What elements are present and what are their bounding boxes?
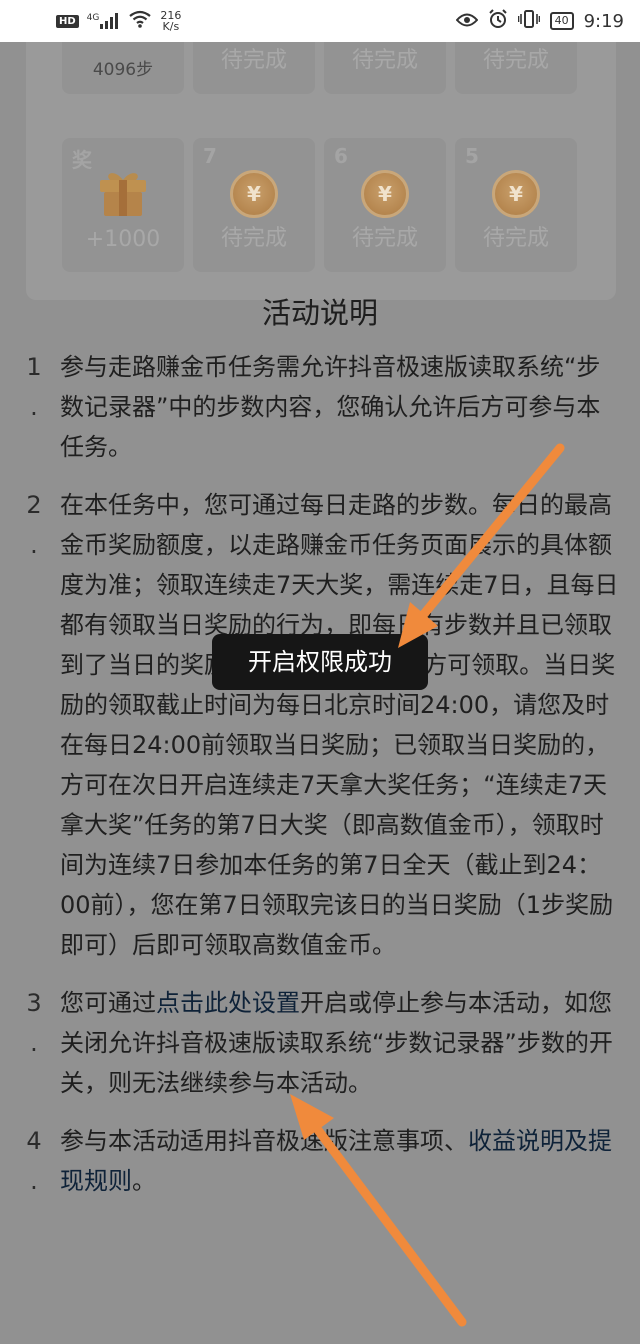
status-bar: HD 4G 216 K/s 40 9:19	[0, 0, 640, 42]
network-speed-unit: K/s	[162, 20, 180, 33]
day-cell: 7 ¥ 待完成	[193, 138, 315, 272]
clock-time: 9:19	[583, 10, 624, 32]
rule-index: 1.	[26, 353, 42, 421]
coin-icon: ¥	[361, 170, 409, 218]
cell-day: 奖	[72, 148, 92, 172]
toast-message: 开启权限成功	[212, 634, 428, 690]
day-cell: 5 ¥ 待完成	[455, 138, 577, 272]
status-left: HD 4G 216 K/s	[56, 10, 181, 32]
rule-item: 3. 您可通过点击此处设置开启或停止参与本活动，如您关闭允许抖音极速版读取系统“…	[22, 983, 622, 1103]
rule-text: 在本任务中，您可通过每日走路的步数。每日的最高金币奖励额度，以走路赚金币任务页面…	[60, 491, 619, 959]
status-right: 40 9:19	[455, 8, 624, 34]
step-count: 4096步	[92, 60, 154, 80]
signal-icon: 4G	[87, 13, 121, 29]
rule-item: 4. 参与本活动适用抖音极速版注意事项、收益说明及提现规则。	[22, 1121, 622, 1201]
rule-item: 2. 在本任务中，您可通过每日走路的步数。每日的最高金币奖励额度，以走路赚金币任…	[22, 485, 622, 965]
main-page: 4096步 待完成 待完成 待完成 奖 +1000 7 ¥ 待完成 6 ¥ 待完…	[0, 0, 640, 1344]
day-cell: 6 ¥ 待完成	[324, 138, 446, 272]
cell-status: 待完成	[351, 226, 418, 251]
cell-status: 待完成	[482, 226, 549, 251]
rule-text-after: 。	[132, 1167, 156, 1195]
rule-text: 参与走路赚金币任务需允许抖音极速版读取系统“步数记录器”中的步数内容，您确认允许…	[60, 353, 601, 461]
coin-icon: ¥	[492, 170, 540, 218]
rule-index: 2.	[26, 491, 42, 559]
cell-status: 待完成	[220, 48, 287, 73]
hd-badge: HD	[56, 14, 79, 28]
cell-status: 待完成	[220, 226, 287, 251]
coin-icon: ¥	[230, 170, 278, 218]
cell-day: 6	[334, 144, 348, 168]
battery-icon: 40	[549, 12, 574, 30]
settings-link[interactable]: 点击此处设置	[156, 989, 300, 1017]
cell-day: 7	[203, 144, 217, 168]
gift-icon	[96, 166, 150, 220]
rule-index: 3.	[26, 989, 42, 1057]
cell-status: 待完成	[482, 48, 549, 73]
rule-text-before: 参与本活动适用抖音极速版注意事项、	[60, 1127, 468, 1155]
network-speed: 216 K/s	[160, 10, 181, 32]
rule-index: 4.	[26, 1127, 42, 1195]
reward-cell[interactable]: 奖 +1000	[62, 138, 184, 272]
progress-card: 4096步 待完成 待完成 待完成 奖 +1000 7 ¥ 待完成 6 ¥ 待完…	[26, 0, 616, 300]
wifi-icon	[128, 10, 152, 32]
reward-amount: +1000	[85, 227, 161, 252]
rule-text-before: 您可通过	[60, 989, 156, 1017]
cell-status: 待完成	[351, 48, 418, 73]
alarm-icon	[488, 8, 508, 34]
vibrate-icon	[517, 9, 540, 33]
cell-day: 5	[465, 144, 479, 168]
rules-title: 活动说明	[261, 296, 378, 330]
signal-label: 4G	[86, 13, 100, 23]
rule-item: 1. 参与走路赚金币任务需允许抖音极速版读取系统“步数记录器”中的步数内容，您确…	[22, 347, 622, 467]
rules-list: 1. 参与走路赚金币任务需允许抖音极速版读取系统“步数记录器”中的步数内容，您确…	[22, 347, 622, 1219]
eye-icon	[455, 11, 478, 32]
